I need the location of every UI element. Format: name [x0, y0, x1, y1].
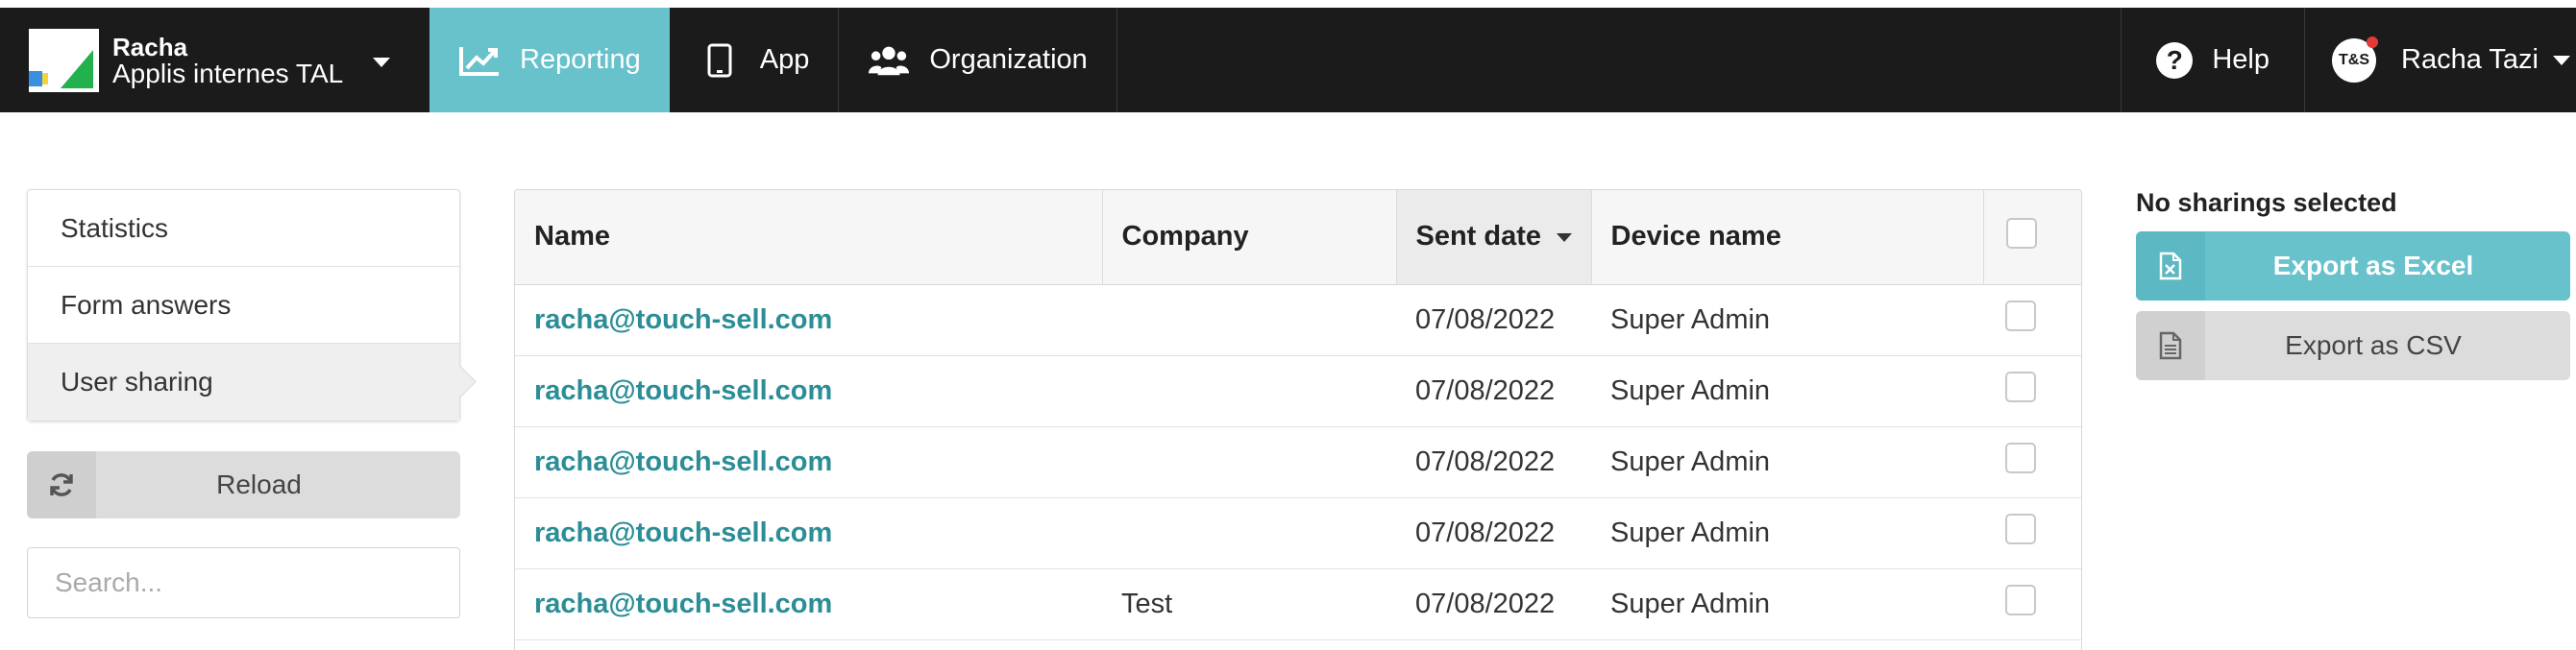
tab-app-label: App — [759, 44, 810, 75]
tab-reporting-label: Reporting — [520, 44, 641, 75]
row-company — [1102, 355, 1396, 427]
row-device-name: Super Admin — [1591, 426, 1983, 498]
column-header-sent-date[interactable]: Sent date — [1396, 190, 1592, 285]
column-header-name[interactable]: Name — [515, 190, 1103, 285]
users-icon — [868, 39, 910, 82]
reload-button[interactable]: Reload — [27, 451, 460, 518]
row-device-name: Super Admin — [1591, 497, 1983, 569]
brand-text: Racha Applis internes TAL — [112, 34, 343, 87]
tab-app[interactable]: App — [670, 8, 840, 112]
row-name-link[interactable]: racha@touch-sell.com — [515, 497, 1102, 569]
sidebar-item-user-sharing[interactable]: User sharing — [28, 344, 459, 421]
row-checkbox[interactable] — [2005, 301, 2036, 331]
table-row[interactable]: racha@touch-sell.com 07/08/2022 Super Ad… — [515, 497, 2081, 569]
export-excel-button[interactable]: Export as Excel — [2136, 231, 2570, 301]
sidebar-item-statistics[interactable]: Statistics — [28, 190, 459, 267]
row-device-name: Super Admin — [1591, 568, 1983, 640]
help-button[interactable]: ? Help — [2122, 8, 2305, 112]
avatar: T&S — [2332, 36, 2378, 83]
user-name: Racha Tazi — [2401, 44, 2539, 75]
row-checkbox[interactable] — [2005, 372, 2036, 402]
reload-label: Reload — [216, 469, 302, 499]
tab-organization[interactable]: Organization — [839, 8, 1117, 112]
brand-switcher[interactable]: Racha Applis internes TAL — [0, 8, 429, 112]
row-company — [1102, 284, 1396, 356]
export-csv-label: Export as CSV — [2285, 330, 2462, 360]
row-device-name: Super Admin — [1591, 284, 1983, 356]
row-sent-date: 07/08/2022 — [1396, 355, 1591, 427]
table-row[interactable]: racha@touch-sell.com Test 07/08/2022 Sup… — [515, 568, 2081, 640]
row-device-name: Super Admin — [1591, 355, 1983, 427]
sort-desc-icon — [1557, 233, 1573, 243]
row-name-link[interactable]: racha@touch-sell.com — [515, 568, 1102, 640]
row-company — [1102, 497, 1396, 569]
file-text-icon — [2136, 311, 2205, 380]
chevron-down-icon — [2553, 56, 2570, 65]
row-name-link[interactable]: racha@touch-sell.com — [515, 284, 1102, 356]
row-company — [1102, 426, 1396, 498]
row-sent-date: 07/08/2022 — [1396, 568, 1591, 640]
column-header-company[interactable]: Company — [1102, 190, 1397, 285]
column-header-select — [1983, 190, 2081, 285]
refresh-icon — [27, 451, 96, 518]
row-checkbox[interactable] — [2005, 443, 2036, 473]
question-circle-icon: ? — [2156, 41, 2194, 79]
brand-name: Racha — [112, 32, 188, 61]
row-company: Test — [1102, 568, 1396, 640]
row-sent-date: 07/08/2022 — [1396, 284, 1591, 356]
brand-logo — [29, 28, 99, 92]
select-all-checkbox[interactable] — [2005, 217, 2037, 249]
reporting-side-menu: Statistics Form answers User sharing — [27, 189, 460, 421]
top-navbar: Racha Applis internes TAL Reporting App … — [0, 8, 2576, 112]
table-row[interactable]: racha@touch-sell.com 07/08/2022 Super Ad… — [515, 426, 2081, 498]
chart-line-icon — [458, 39, 501, 82]
row-checkbox[interactable] — [2005, 514, 2036, 544]
tablet-icon — [699, 39, 741, 82]
table-row[interactable]: racha@touch-sell.com 07/08/2022 Super Ad… — [515, 355, 2081, 427]
row-checkbox[interactable] — [2005, 585, 2036, 615]
tab-reporting[interactable]: Reporting — [429, 8, 670, 112]
row-name-link[interactable]: racha@touch-sell.com — [515, 355, 1102, 427]
help-label: Help — [2212, 44, 2269, 75]
tab-organization-label: Organization — [929, 44, 1088, 75]
user-menu[interactable]: T&S Racha Tazi — [2305, 8, 2576, 112]
export-csv-button[interactable]: Export as CSV — [2136, 311, 2570, 380]
table-header-row: Name Company Sent date Device name — [515, 190, 2081, 285]
sharings-table: Name Company Sent date Device name racha… — [514, 189, 2082, 650]
sidebar-item-form-answers[interactable]: Form answers — [28, 267, 459, 344]
search-input[interactable] — [27, 547, 460, 618]
column-header-device-name[interactable]: Device name — [1591, 190, 1984, 285]
row-sent-date: 07/08/2022 — [1396, 426, 1591, 498]
table-row[interactable]: racha@touch-sell.com 07/08/2022 Super Ad… — [515, 284, 2081, 356]
row-name-link[interactable]: racha@touch-sell.com — [515, 426, 1102, 498]
export-excel-label: Export as Excel — [2272, 251, 2474, 280]
selection-status: No sharings selected — [2136, 188, 2397, 217]
row-sent-date: 07/08/2022 — [1396, 497, 1591, 569]
file-excel-icon — [2136, 231, 2205, 301]
brand-subtitle: Applis internes TAL — [112, 58, 344, 88]
chevron-down-icon[interactable] — [373, 58, 390, 67]
